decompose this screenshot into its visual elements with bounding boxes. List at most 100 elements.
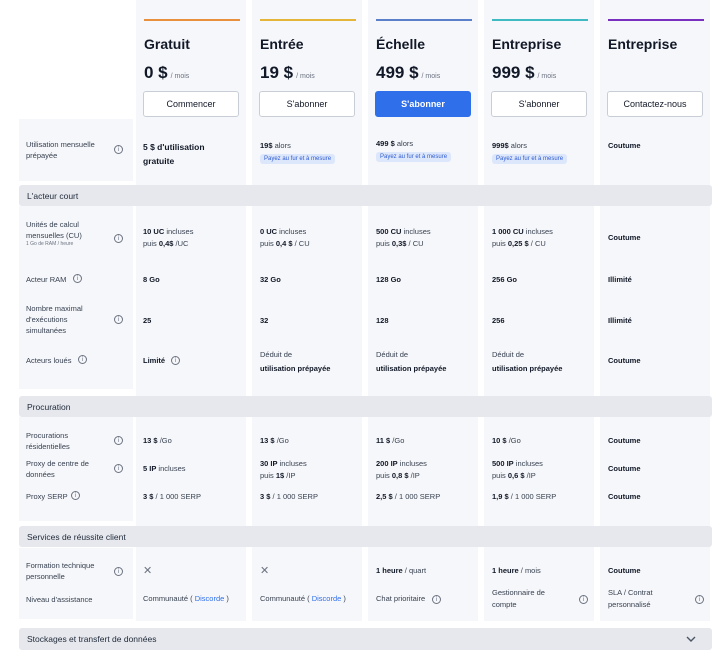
serp-business: 1,9 $ / 1 000 SERP — [492, 492, 557, 501]
plan-accent-bar — [376, 19, 472, 21]
plan-accent-bar — [144, 19, 240, 21]
info-icon[interactable]: i — [114, 234, 123, 243]
rented-free: Limité — [143, 356, 166, 365]
training-business: 1 heure / mois — [492, 566, 541, 575]
info-icon[interactable]: i — [171, 356, 180, 365]
subscribe-button[interactable]: S'abonner — [491, 91, 587, 117]
cross-icon: ✕ — [143, 564, 153, 577]
plan-accent-bar — [492, 19, 588, 21]
support-starter: Communauté ( Discorde ) — [260, 594, 346, 603]
usage-business: 999$ alors Payez au fur et à mesure — [492, 140, 568, 164]
start-button[interactable]: Commencer — [143, 91, 239, 117]
info-icon[interactable]: i — [78, 355, 87, 364]
row-label-actor-ram: Acteur RAM — [26, 275, 67, 284]
row-label-datacenter-proxies: Proxy de centre de données — [26, 459, 89, 479]
subscribe-button-primary[interactable]: S'abonner — [375, 91, 471, 117]
residential-free: 13 $ /Go — [143, 436, 172, 445]
chevron-down-icon[interactable] — [686, 636, 696, 643]
ram-enterprise: Illimité — [608, 275, 632, 284]
pay-as-you-go-badge: Payez au fur et à mesure — [492, 154, 568, 164]
runs-starter: 32 — [260, 316, 269, 325]
row-label-serp-proxy: Proxy SERP — [26, 492, 68, 501]
support-scale: Chat prioritaire — [376, 594, 426, 603]
residential-business: 10 $ /Go — [492, 436, 521, 445]
discord-link[interactable]: Discorde — [312, 594, 342, 603]
serp-starter: 3 $ / 1 000 SERP — [260, 492, 318, 501]
support-business: Gestionnaire de compte — [492, 588, 545, 609]
row-label-rented-actors: Acteurs loués — [26, 356, 72, 365]
rented-starter: Déduit de utilisation prépayée — [260, 350, 331, 373]
ram-business: 256 Go — [492, 275, 518, 284]
support-enterprise: SLA / Contrat personnalisé — [608, 588, 653, 609]
plan-name: Entrée — [260, 36, 304, 52]
runs-free: 25 — [143, 316, 152, 325]
info-icon[interactable]: i — [73, 274, 82, 283]
serp-scale: 2,5 $ / 1 000 SERP — [376, 492, 441, 501]
info-icon[interactable]: i — [579, 595, 588, 604]
info-icon[interactable]: i — [114, 567, 123, 576]
ram-scale: 128 Go — [376, 275, 402, 284]
row-label-residential-proxies: Procurations résidentielles — [26, 431, 70, 451]
section-customer-success[interactable]: Services de réussite client — [19, 526, 712, 547]
support-free: Communauté ( Discorde ) — [143, 594, 229, 603]
contact-us-button[interactable]: Contactez-nous — [607, 91, 703, 117]
datacenter-business: 500 IP incluses puis 0,6 $ /IP — [492, 459, 543, 480]
info-icon[interactable]: i — [432, 595, 441, 604]
row-label-compute-units: Unités de calcul mensuelles (CU) 1 Go de … — [26, 220, 82, 247]
info-icon[interactable]: i — [695, 595, 704, 604]
info-icon[interactable]: i — [114, 145, 123, 154]
residential-enterprise: Coutume — [608, 436, 641, 445]
pay-as-you-go-badge: Payez au fur et à mesure — [260, 154, 336, 164]
training-enterprise: Coutume — [608, 566, 641, 575]
info-icon[interactable]: i — [114, 464, 123, 473]
subscribe-button[interactable]: S'abonner — [259, 91, 355, 117]
cu-business: 1 000 CU incluses puis 0,25 $ / CU — [492, 227, 553, 248]
row-label-technical-training: Formation technique personnelle — [26, 561, 95, 581]
info-icon[interactable]: i — [114, 436, 123, 445]
cu-scale: 500 CU incluses puis 0,3$ / CU — [376, 227, 431, 248]
plan-name: Échelle — [376, 36, 426, 52]
pay-as-you-go-badge: Payez au fur et à mesure — [376, 152, 452, 162]
plan-name: Entreprise — [492, 36, 562, 52]
ram-free: 8 Go — [143, 275, 160, 284]
section-proxy[interactable]: Procuration — [19, 396, 712, 417]
info-icon[interactable]: i — [71, 491, 80, 500]
discord-link[interactable]: Discorde — [195, 594, 225, 603]
residential-scale: 11 $ /Go — [376, 436, 405, 445]
plan-accent-bar — [260, 19, 356, 21]
datacenter-enterprise: Coutume — [608, 464, 641, 473]
cu-free: 10 UC incluses puis 0,4$ /UC — [143, 227, 194, 248]
rented-scale: Déduit de utilisation prépayée — [376, 350, 447, 373]
usage-starter: 19$ alors Payez au fur et à mesure — [260, 140, 336, 164]
datacenter-starter: 30 IP incluses puis 1$ /IP — [260, 459, 307, 480]
runs-business: 256 — [492, 316, 505, 325]
rented-enterprise: Coutume — [608, 356, 641, 365]
cu-starter: 0 UC incluses puis 0,4 $ / CU — [260, 227, 310, 248]
plan-name: Gratuit — [144, 36, 190, 52]
info-icon[interactable]: i — [114, 315, 123, 324]
serp-enterprise: Coutume — [608, 492, 641, 501]
cross-icon: ✕ — [260, 564, 270, 577]
plan-name: Entreprise — [608, 36, 678, 52]
plan-price: 999 $ / mois — [492, 63, 557, 82]
datacenter-free: 5 IP incluses — [143, 464, 186, 473]
row-label-concurrent-runs: Nombre maximal d'exécutions simultanées — [26, 304, 83, 335]
usage-scale: 499 $ alors Payez au fur et à mesure — [376, 138, 452, 162]
section-storage-transfer[interactable]: Stockages et transfert de données — [19, 628, 712, 650]
label-column-bg — [19, 548, 133, 619]
section-actor-runs[interactable]: L'acteur court — [19, 185, 712, 206]
rented-business: Déduit de utilisation prépayée — [492, 350, 563, 373]
runs-enterprise: Illimité — [608, 316, 632, 325]
residential-starter: 13 $ /Go — [260, 436, 289, 445]
plan-price: 0 $ / mois — [144, 63, 190, 82]
row-label-usage: Utilisation mensuelle prépayée — [26, 140, 95, 160]
plan-price: 19 $ / mois — [260, 63, 315, 82]
row-label-support-level: Niveau d'assistance — [26, 595, 93, 604]
usage-enterprise: Coutume — [608, 141, 641, 150]
usage-free: 5 $ d'utilisation gratuite — [143, 142, 205, 166]
ram-starter: 32 Go — [260, 275, 281, 284]
plan-accent-bar — [608, 19, 704, 21]
plan-price: 499 $ / mois — [376, 63, 441, 82]
datacenter-scale: 200 IP incluses puis 0,8 $ /IP — [376, 459, 427, 480]
serp-free: 3 $ / 1 000 SERP — [143, 492, 201, 501]
